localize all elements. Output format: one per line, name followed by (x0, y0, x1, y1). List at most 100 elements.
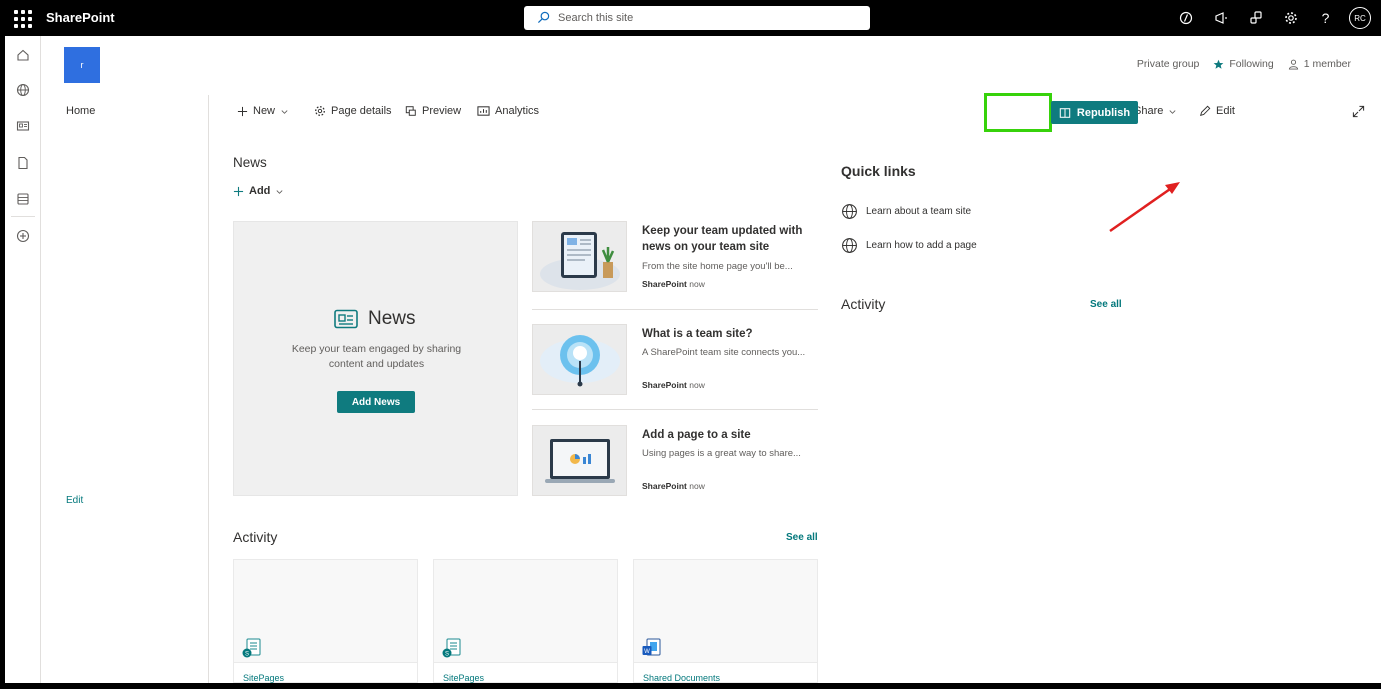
news-item-desc: Using pages is a great way to share... (642, 448, 801, 459)
news-divider (532, 409, 818, 410)
activity-card-label[interactable]: Shared Documents (643, 673, 720, 683)
annotation-arrow (1109, 182, 1180, 233)
news-icon (334, 309, 358, 329)
globe-icon[interactable] (13, 80, 33, 100)
left-navigation: Home Edit (41, 95, 209, 683)
app-rail (5, 36, 41, 683)
star-icon (1214, 59, 1224, 69)
news-item[interactable]: What is a team site? A SharePoint team s… (532, 324, 818, 419)
share-apps-icon[interactable] (1238, 6, 1273, 30)
preview-icon (405, 106, 416, 116)
quick-link-item[interactable]: Learn how to add a page (841, 237, 977, 254)
news-thumbnail (532, 324, 627, 395)
expand-icon[interactable] (1352, 105, 1365, 118)
chevron-down-icon (276, 189, 283, 194)
republish-button[interactable]: Republish (1051, 101, 1138, 124)
app-name[interactable]: SharePoint (46, 10, 115, 25)
page-details-label: Page details (331, 105, 392, 117)
activity-section-title: Activity (233, 529, 278, 545)
app-launcher-icon[interactable] (12, 8, 32, 28)
news-item-title[interactable]: Keep your team updated with news on your… (642, 223, 817, 255)
side-activity-title: Activity (841, 296, 886, 312)
file-icon[interactable] (13, 153, 33, 173)
quick-link-label[interactable]: Learn about a team site (866, 206, 971, 217)
news-item-source: SharePoint now (642, 481, 705, 491)
analytics-button[interactable]: Analytics (477, 105, 539, 117)
following-label: Following (1229, 58, 1274, 70)
search-box[interactable] (524, 6, 870, 30)
add-news-link[interactable]: Add (233, 185, 284, 197)
settings-gear-icon[interactable] (1273, 6, 1308, 30)
news-item-desc: From the site home page you'll be... (642, 261, 793, 272)
news-item-source: SharePoint now (642, 380, 705, 390)
new-button[interactable]: New (237, 105, 289, 117)
analytics-label: Analytics (495, 105, 540, 117)
activity-card-label[interactable]: SitePages (443, 673, 484, 683)
svg-text:S: S (245, 652, 249, 658)
news-placeholder-card: News Keep your team engaged by sharing c… (233, 221, 518, 496)
preview-label: Preview (422, 105, 462, 117)
following-button[interactable]: Following (1213, 58, 1274, 70)
add-circle-icon[interactable] (13, 226, 33, 246)
pencil-icon (1200, 105, 1211, 116)
news-item-title[interactable]: Add a page to a site (642, 427, 817, 443)
news-item[interactable]: Add a page to a site Using pages is a gr… (532, 425, 818, 520)
privacy-label: Private group (1136, 58, 1200, 70)
news-thumbnail (532, 425, 627, 496)
news-divider (532, 309, 818, 310)
news-icon[interactable] (13, 116, 33, 136)
command-bar: New Page details Preview Analytics Share… (209, 95, 1381, 130)
members-label: 1 member (1303, 58, 1351, 70)
activity-card[interactable]: S SitePages (433, 559, 618, 683)
home-icon[interactable] (13, 45, 33, 65)
sitepage-icon: S (242, 638, 261, 658)
activity-card-label[interactable]: SitePages (243, 673, 284, 683)
hero-title-text: News (368, 308, 416, 329)
plus-icon (233, 186, 244, 196)
hero-title: News (334, 308, 416, 330)
quick-link-item[interactable]: Learn about a team site (841, 203, 971, 220)
user-avatar[interactable]: RC (1349, 7, 1371, 29)
person-icon (1288, 59, 1298, 70)
edit-highlight-box (984, 93, 1052, 132)
hero-text: Keep your team engaged by sharing conten… (291, 343, 462, 370)
quick-link-label[interactable]: Learn how to add a page (866, 240, 977, 251)
suite-header: SharePoint ? RC (0, 0, 1381, 36)
site-meta: Private group Following 1 member (1137, 58, 1351, 70)
side-activity-see-all-link[interactable]: See all (1090, 299, 1122, 310)
edit-button[interactable]: Edit (1199, 105, 1235, 117)
members-button[interactable]: 1 member (1288, 58, 1351, 70)
site-logo[interactable]: r (64, 47, 100, 83)
globe-icon (842, 204, 857, 219)
copilot-icon[interactable] (1168, 6, 1203, 30)
chevron-down-icon (1169, 109, 1176, 114)
chevron-down-icon (281, 109, 288, 114)
nav-edit-link[interactable]: Edit (66, 495, 83, 506)
news-item-title[interactable]: What is a team site? (642, 326, 817, 342)
news-item[interactable]: Keep your team updated with news on your… (532, 221, 818, 316)
page-frame: r Private group Following 1 member Home … (5, 36, 1381, 683)
activity-card[interactable]: W Shared Documents (633, 559, 818, 683)
lists-icon[interactable] (13, 189, 33, 209)
nav-item-home[interactable]: Home (66, 105, 95, 117)
news-item-source: SharePoint now (642, 279, 705, 289)
globe-icon (842, 238, 857, 253)
activity-see-all-link[interactable]: See all (786, 532, 818, 543)
svg-text:W: W (644, 649, 650, 655)
rail-separator (11, 216, 35, 217)
add-news-button[interactable]: Add News (337, 391, 415, 413)
share-label: Share (1134, 105, 1164, 117)
search-input[interactable] (558, 6, 858, 30)
activity-card[interactable]: S SitePages (233, 559, 418, 683)
page-details-button[interactable]: Page details (314, 105, 392, 117)
bottom-edge (0, 683, 1381, 689)
edit-label: Edit (1216, 105, 1235, 117)
new-label: New (253, 105, 276, 117)
megaphone-icon[interactable] (1203, 6, 1238, 30)
news-thumbnail (532, 221, 627, 292)
preview-button[interactable]: Preview (405, 105, 461, 117)
news-item-desc: A SharePoint team site connects you... (642, 347, 806, 358)
word-document-icon: W (642, 638, 661, 656)
analytics-icon (477, 106, 490, 116)
help-icon[interactable]: ? (1308, 6, 1343, 30)
